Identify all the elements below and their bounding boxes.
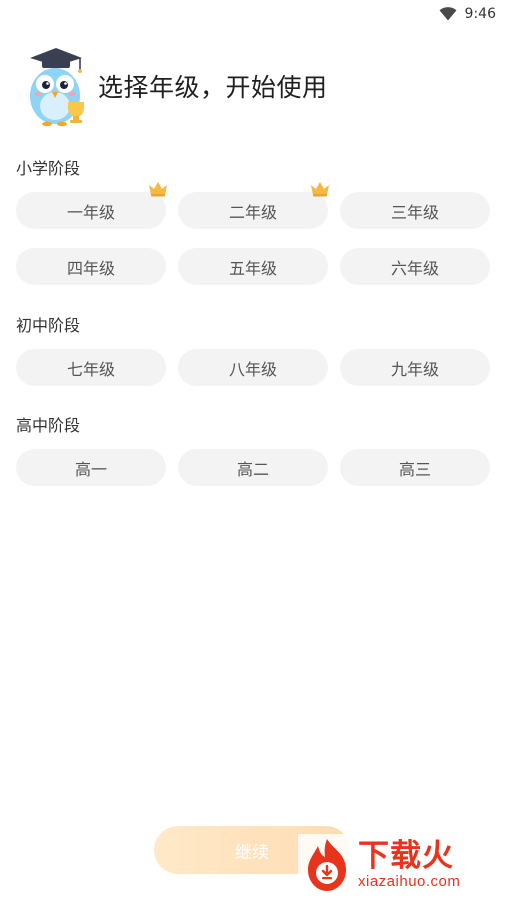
grade-chip-label: 二年级 [228, 202, 277, 222]
grade-chip-label: 六年级 [390, 258, 439, 278]
watermark-text-cn: 下载火 [358, 838, 454, 874]
grade-chip-10[interactable]: 高一 [16, 449, 166, 486]
section-title: 高中阶段 [16, 416, 81, 435]
header: 选择年级，开始使用 [22, 44, 490, 128]
section-high: 高中阶段 高一 高二 高三 [16, 415, 490, 486]
grade-chip-6[interactable]: 六年级 [340, 248, 490, 285]
grade-grid: 七年级 八年级 九年级 [16, 349, 490, 386]
status-time: 9:46 [464, 6, 496, 22]
watermark: 下载火 xiazaihuo.com [298, 834, 502, 896]
crown-icon [148, 181, 168, 197]
watermark-text: 下载火 xiazaihuo.com [358, 839, 460, 891]
section-primary: 小学阶段 一年级 二年级 三年级 四年级 五年级 六年级 [16, 158, 490, 285]
grade-chip-1[interactable]: 一年级 [16, 182, 167, 229]
grade-chip-label: 高一 [74, 459, 107, 479]
status-bar: 9:46 [0, 0, 506, 28]
grade-chip-11[interactable]: 高二 [178, 449, 328, 486]
section-title: 小学阶段 [16, 159, 81, 178]
grade-chip-label: 八年级 [228, 359, 277, 379]
grade-grid: 高一 高二 高三 [16, 449, 490, 486]
grade-chip-5[interactable]: 五年级 [178, 248, 328, 285]
grade-chip-4[interactable]: 四年级 [16, 248, 166, 285]
owl-mascot-icon [22, 44, 92, 128]
wifi-icon [439, 7, 457, 21]
grade-chip-8[interactable]: 八年级 [178, 349, 328, 386]
crown-icon [310, 181, 330, 197]
grade-chip-7[interactable]: 七年级 [16, 349, 166, 386]
section-title: 初中阶段 [16, 316, 81, 335]
grade-chip-label: 三年级 [390, 202, 439, 222]
grade-chip-label: 七年级 [66, 359, 115, 379]
section-middle: 初中阶段 七年级 八年级 九年级 [16, 315, 490, 386]
page-title: 选择年级，开始使用 [98, 73, 328, 102]
watermark-text-en: xiazaihuo.com [358, 873, 461, 890]
grade-chip-label: 高二 [236, 459, 269, 479]
flame-logo-icon [298, 836, 356, 894]
grade-chip-12[interactable]: 高三 [340, 449, 490, 486]
grade-chip-2[interactable]: 二年级 [178, 182, 329, 229]
grade-chip-label: 五年级 [228, 258, 277, 278]
grade-chip-9[interactable]: 九年级 [340, 349, 490, 386]
grade-chip-label: 一年级 [66, 202, 115, 222]
grade-chip-label: 四年级 [66, 258, 115, 278]
grade-chip-label: 九年级 [390, 359, 439, 379]
grade-grid: 一年级 二年级 三年级 四年级 五年级 六年级 [16, 182, 490, 285]
grade-chip-label: 高三 [398, 459, 431, 479]
grade-chip-3[interactable]: 三年级 [340, 192, 490, 229]
